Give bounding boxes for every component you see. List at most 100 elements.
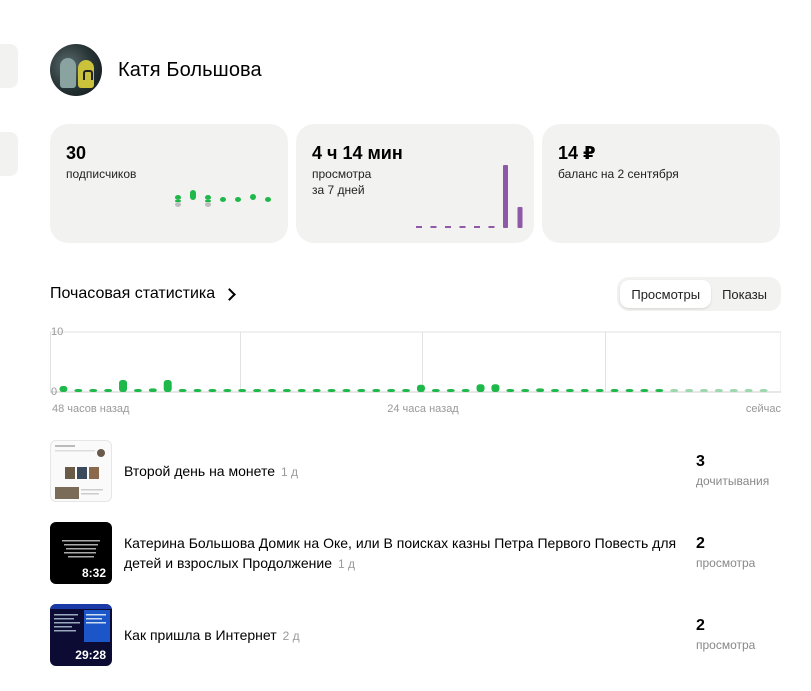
chart-bar <box>670 389 679 392</box>
tab-views[interactable]: Просмотры <box>620 280 712 308</box>
list-item[interactable]: 29:28 Как пришла в Интернет 2 д 2 просмот… <box>50 604 781 666</box>
chart-bar <box>491 384 500 392</box>
stats-cards: 30 подписчиков 4 ч 14 мин просмотра за 7… <box>50 124 780 243</box>
chart-bar <box>282 389 291 392</box>
spark-bar-zero <box>265 197 271 202</box>
subscribers-label: подписчиков <box>66 167 137 181</box>
chart-bar <box>655 389 664 392</box>
chart-bar <box>312 389 321 392</box>
video-duration: 29:28 <box>75 648 106 662</box>
chart-bar <box>506 389 515 392</box>
chart-bar <box>595 389 604 392</box>
chart-bar <box>342 389 351 392</box>
spark-bar-zero <box>488 226 495 228</box>
chart-bar <box>297 389 306 392</box>
hourly-stats-title[interactable]: Почасовая статистика <box>50 285 237 303</box>
subscribers-card[interactable]: 30 подписчиков <box>50 124 288 243</box>
video-duration: 8:32 <box>81 566 106 580</box>
stat-count: 3 <box>696 453 705 470</box>
video-thumbnail[interactable]: 29:28 <box>50 604 112 666</box>
side-nav-tab-top[interactable] <box>0 44 18 88</box>
spark-bar-up <box>175 195 181 200</box>
spark-bar <box>503 165 508 228</box>
video-thumbnail[interactable]: 8:32 <box>50 522 112 584</box>
spark-bar-up <box>250 194 256 200</box>
profile-header: Катя Большова <box>50 44 262 96</box>
chevron-right-icon <box>223 287 237 301</box>
spark-bar-zero <box>220 197 226 202</box>
publication-age: 1 д <box>280 464 298 479</box>
chart-bar <box>133 389 142 392</box>
x-tick-label: 48 часов назад <box>52 403 130 415</box>
stat-count: 2 <box>696 535 705 552</box>
publication-title[interactable]: Второй день на монете 1 д <box>124 461 684 482</box>
stat-label: просмотра <box>696 638 756 652</box>
chart-bar <box>640 389 649 392</box>
spark-bar-zero <box>474 226 480 228</box>
chart-bar <box>729 389 738 392</box>
chart-bar <box>89 389 98 392</box>
chart-bar <box>536 388 545 392</box>
spark-bar-down <box>205 202 211 207</box>
chart-bar <box>476 384 485 392</box>
chart-bar <box>372 389 381 392</box>
chart-bar <box>610 389 619 392</box>
chart-bar <box>521 389 530 392</box>
list-item[interactable]: 8:32 Катерина Большова Домик на Оке, или… <box>50 522 781 584</box>
chart-bar <box>104 389 113 392</box>
hourly-chart-svg: 10 0 48 часов назад 24 часа назад сейчас <box>50 326 782 415</box>
publication-age: 2 д <box>282 628 300 643</box>
views-card[interactable]: 4 ч 14 мин просмотра за 7 дней <box>296 124 534 243</box>
chart-bar <box>193 389 202 392</box>
user-name: Катя Большова <box>118 58 262 81</box>
x-tick-label: сейчас <box>746 403 781 415</box>
spark-bar-zero <box>445 226 451 228</box>
avatar[interactable] <box>50 44 102 96</box>
spark-bar-base <box>175 200 181 202</box>
chart-bar <box>551 389 560 392</box>
chart-bar <box>759 389 768 392</box>
views-sparkline <box>414 162 524 230</box>
spark-bar-zero <box>235 197 241 202</box>
spark-bar-zero <box>430 226 437 228</box>
publication-title-text: Второй день на монете <box>124 462 275 479</box>
spark-bar <box>517 207 523 228</box>
chart-bar <box>119 380 128 392</box>
chart-bar <box>714 389 723 392</box>
metric-switcher: Просмотры Показы <box>617 277 781 311</box>
tab-impressions[interactable]: Показы <box>711 280 778 308</box>
list-item[interactable]: Второй день на монете 1 д 3 дочитывания <box>50 440 781 502</box>
chart-bar <box>461 389 470 392</box>
chart-bar <box>163 380 172 392</box>
chart-bar <box>402 389 411 392</box>
chart-bar <box>208 389 217 392</box>
stat-label: просмотра <box>696 556 756 570</box>
balance-card[interactable]: 14 ₽ баланс на 2 сентября <box>542 124 780 243</box>
chart-bar <box>74 389 83 392</box>
publication-title[interactable]: Катерина Большова Домик на Оке, или В по… <box>124 533 684 574</box>
chart-bar <box>253 389 262 392</box>
chart-bar <box>357 389 366 392</box>
chart-bar <box>223 389 232 392</box>
chart-bar <box>59 386 68 392</box>
chart-bar <box>327 389 336 392</box>
publications-list: Второй день на монете 1 д 3 дочитывания 8… <box>50 440 781 686</box>
chart-bar <box>685 389 694 392</box>
article-preview-icon <box>55 445 105 499</box>
chart-bar <box>625 389 634 392</box>
chart-bar <box>267 389 276 392</box>
views-value: 4 ч 14 мин <box>312 143 403 163</box>
subscribers-value: 30 <box>66 143 87 163</box>
stat-label: дочитывания <box>696 474 770 488</box>
chart-bar <box>238 389 247 392</box>
publication-title[interactable]: Как пришла в Интернет 2 д <box>124 625 684 646</box>
spark-bar-zero <box>459 226 466 228</box>
publication-age: 1 д <box>337 556 355 571</box>
chart-bar <box>387 389 396 392</box>
chart-bar <box>416 384 425 392</box>
publication-thumbnail[interactable] <box>50 440 112 502</box>
chart-bar <box>148 388 157 392</box>
chart-bar <box>744 389 753 392</box>
hourly-chart: 10 0 48 часов назад 24 часа назад сейчас <box>50 318 782 418</box>
side-nav-tab-bottom[interactable] <box>0 132 18 176</box>
